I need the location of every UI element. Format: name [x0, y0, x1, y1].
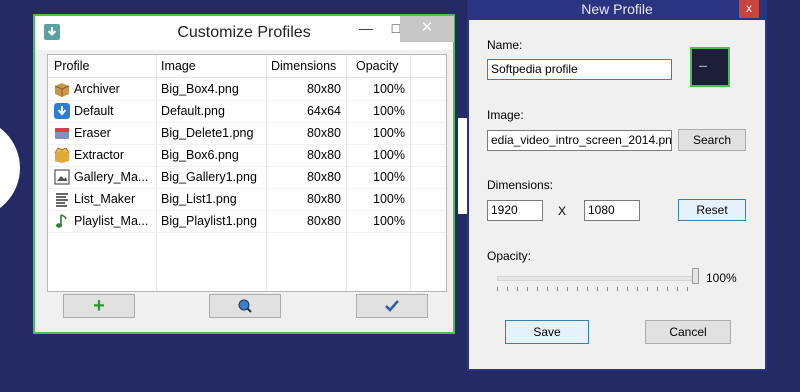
- image-label: Image:: [487, 108, 524, 122]
- profile-dimensions: 80x80: [306, 148, 341, 162]
- opacity-value: 100%: [706, 271, 737, 285]
- profile-image: Big_Delete1.png: [161, 126, 254, 140]
- profile-dimensions: 80x80: [306, 192, 341, 206]
- search-button[interactable]: Search: [678, 129, 746, 151]
- dimension-separator: X: [558, 204, 567, 218]
- column-header-dimensions[interactable]: Dimensions: [271, 59, 336, 73]
- box-icon: [54, 83, 70, 97]
- profile-dimensions: 80x80: [306, 170, 341, 184]
- cancel-button[interactable]: Cancel: [645, 320, 731, 344]
- eraser-icon: [55, 128, 69, 139]
- reset-button[interactable]: Reset: [678, 199, 746, 221]
- column-header-profile[interactable]: Profile: [54, 59, 89, 73]
- profile-dimensions: 80x80: [306, 126, 341, 140]
- desktop-decoration-left: [0, 118, 20, 218]
- profile-opacity: 100%: [373, 170, 405, 184]
- table-row[interactable]: Gallery_Ma... Big_Gallery1.png 80x80 100…: [48, 166, 446, 189]
- table-row[interactable]: Extractor Big_Box6.png 80x80 100%: [48, 144, 446, 167]
- table-header: Profile Image Dimensions Opacity: [48, 55, 446, 78]
- close-button[interactable]: ✕: [400, 16, 454, 42]
- profile-opacity: 100%: [373, 104, 405, 118]
- profile-dimensions: 80x80: [306, 214, 341, 228]
- download-arrow-icon: [54, 103, 70, 119]
- profile-opacity: 100%: [373, 214, 405, 228]
- gallery-icon: [54, 169, 70, 185]
- dialog-title: New Profile: [581, 1, 653, 17]
- open-box-icon: [54, 147, 70, 163]
- profile-name: Eraser: [74, 126, 111, 140]
- name-label: Name:: [487, 38, 523, 52]
- plus-icon: +: [93, 295, 105, 317]
- table-row[interactable]: List_Maker Big_List1.png 80x80 100%: [48, 188, 446, 211]
- profile-name: Gallery_Ma...: [74, 170, 149, 184]
- profile-image: Big_Box6.png: [161, 148, 239, 162]
- profile-name: Playlist_Ma...: [74, 214, 149, 228]
- profile-image: Default.png: [161, 104, 225, 118]
- dialog-close-button[interactable]: x: [739, 0, 759, 18]
- titlebar: Customize Profiles — □ ✕: [35, 16, 454, 50]
- profile-name: List_Maker: [74, 192, 136, 206]
- profile-opacity: 100%: [373, 82, 405, 96]
- name-input[interactable]: Softpedia profile: [487, 59, 672, 80]
- column-header-opacity[interactable]: Opacity: [356, 59, 398, 73]
- minimize-button[interactable]: —: [351, 16, 381, 42]
- save-button[interactable]: Save: [505, 320, 589, 344]
- profile-image: Big_Box4.png: [161, 82, 239, 96]
- opacity-label: Opacity:: [487, 249, 532, 263]
- confirm-button[interactable]: [356, 294, 428, 318]
- table-row[interactable]: Eraser Big_Delete1.png 80x80 100%: [48, 122, 446, 145]
- profile-opacity: 100%: [373, 126, 405, 140]
- profile-opacity: 100%: [373, 148, 405, 162]
- opacity-slider-ticks: [497, 287, 697, 291]
- dialog-titlebar: New Profile x: [469, 0, 765, 20]
- profile-name: Default: [74, 104, 114, 118]
- image-path-input[interactable]: edia_video_intro_screen_2014.png: [487, 130, 672, 151]
- table-row[interactable]: Default Default.png 64x64 100%: [48, 100, 446, 123]
- profile-image: Big_Gallery1.png: [161, 170, 257, 184]
- table-row[interactable]: Playlist_Ma... Big_Playlist1.png 80x80 1…: [48, 210, 446, 233]
- opacity-slider-track[interactable]: [497, 276, 699, 281]
- customize-profiles-window: Customize Profiles — □ ✕ Profile Image D…: [33, 14, 455, 334]
- magnifier-icon: [238, 299, 252, 313]
- column-header-image[interactable]: Image: [161, 59, 196, 73]
- table-row[interactable]: Archiver Big_Box4.png 80x80 100%: [48, 78, 446, 101]
- profile-image: Big_Playlist1.png: [161, 214, 257, 228]
- profile-name: Extractor: [74, 148, 125, 162]
- music-note-icon: [56, 214, 67, 228]
- list-icon: [56, 193, 68, 207]
- profile-image: Big_List1.png: [161, 192, 237, 206]
- profile-dimensions: 80x80: [306, 82, 341, 96]
- profile-opacity: 100%: [373, 192, 405, 206]
- checkmark-icon: [385, 299, 399, 312]
- opacity-slider-thumb[interactable]: [692, 268, 699, 284]
- width-input[interactable]: 1920: [487, 200, 543, 221]
- new-profile-dialog: New Profile x Name: Softpedia profile ▬▬…: [467, 0, 767, 371]
- profile-name: Archiver: [74, 82, 120, 96]
- profile-image-preview: ▬▬: [690, 47, 730, 87]
- add-profile-button[interactable]: +: [63, 294, 135, 318]
- preview-profile-button[interactable]: [209, 294, 281, 318]
- profile-dimensions: 64x64: [306, 104, 341, 118]
- dimensions-label: Dimensions:: [487, 178, 554, 192]
- height-input[interactable]: 1080: [584, 200, 640, 221]
- profiles-table[interactable]: Profile Image Dimensions Opacity Archive…: [47, 54, 447, 292]
